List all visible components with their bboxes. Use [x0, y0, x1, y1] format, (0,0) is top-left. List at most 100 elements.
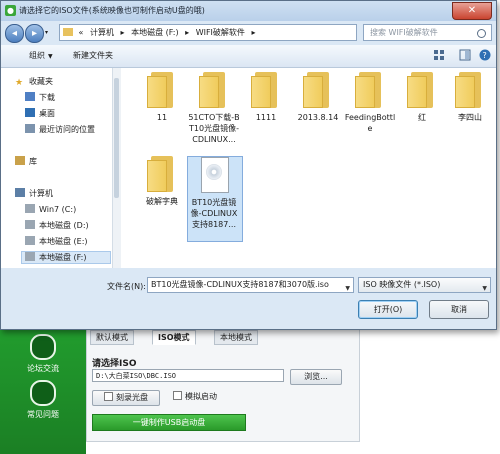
- back-button[interactable]: ◂: [5, 24, 24, 43]
- drive-icon: [25, 236, 35, 245]
- filename-input[interactable]: BT10光盘镜像-CDLINUX支持8187和3070版.iso ▼: [147, 277, 354, 293]
- file-name: 1111: [255, 113, 277, 122]
- sidebar-item-desktop[interactable]: 桌面: [25, 108, 55, 119]
- close-button[interactable]: ✕: [452, 2, 492, 20]
- burn-cd-label: 刻录光盘: [116, 393, 148, 402]
- library-icon: [15, 156, 25, 165]
- folder-icon: [251, 72, 281, 108]
- download-folder-icon: [25, 92, 35, 101]
- choose-iso-label: 请选择ISO: [92, 359, 137, 369]
- scrollbar-thumb[interactable]: [114, 78, 119, 198]
- crumb-computer[interactable]: 计算机: [90, 28, 114, 37]
- sidebar-item-label: 本地磁盘 (D:): [39, 221, 89, 230]
- folder-icon: [63, 28, 73, 36]
- iso-path-input[interactable]: D:\大白菜ISO\DBC.ISO: [92, 369, 284, 382]
- file-item[interactable]: 2013.8.14: [291, 72, 345, 123]
- folder-icon: [303, 72, 333, 108]
- search-input[interactable]: 搜索 WIFI破解软件: [363, 24, 492, 41]
- file-item[interactable]: FeedingBottle: [343, 72, 397, 134]
- forum-nav-item[interactable]: 论坛交流: [13, 334, 73, 374]
- open-file-dialog: ● 请选择它的ISO文件(系统映像也可制作启动U盘的哦) ✕ ◂ ▸ ▾ « 计…: [0, 0, 497, 330]
- chevron-down-icon[interactable]: ▼: [345, 282, 350, 292]
- navigation-pane: ★ 收藏夹 下载 桌面 最近访问的位置 库 计算机 Win7 (C:) 本地磁盘 …: [1, 68, 120, 268]
- burn-cd-button[interactable]: 刻录光盘: [92, 390, 160, 406]
- folder-icon: [455, 72, 485, 108]
- file-item[interactable]: 51CTO下载-BT10光盘镜像-CDLINUX...: [187, 72, 241, 145]
- crumb-drive-f[interactable]: 本地磁盘 (F:): [131, 28, 178, 37]
- browse-button[interactable]: 浏览...: [290, 369, 342, 385]
- computer-icon: [15, 188, 25, 197]
- filename-value: BT10光盘镜像-CDLINUX支持8187和3070版.iso: [151, 280, 329, 289]
- sidebar-item-libraries[interactable]: 库: [15, 156, 37, 167]
- recent-places-icon: [25, 124, 35, 133]
- open-button[interactable]: 打开(O): [358, 300, 418, 319]
- sidebar-scrollbar[interactable]: [112, 68, 121, 268]
- forum-label: 论坛交流: [27, 364, 59, 373]
- filename-label: 文件名(N):: [107, 282, 146, 291]
- forward-button[interactable]: ▸: [25, 24, 44, 43]
- sidebar-item-drive-c[interactable]: Win7 (C:): [25, 204, 76, 215]
- sidebar-item-drive-d[interactable]: 本地磁盘 (D:): [25, 220, 89, 231]
- sidebar-item-downloads[interactable]: 下载: [25, 92, 55, 103]
- sidebar-item-drive-f[interactable]: 本地磁盘 (F:): [21, 251, 111, 264]
- crumb-overflow[interactable]: «: [79, 28, 84, 37]
- simulate-button[interactable]: 模拟启动: [164, 390, 226, 404]
- file-name: 11: [156, 113, 168, 122]
- crumb-sep[interactable]: ▸: [251, 28, 255, 37]
- file-name: 2013.8.14: [297, 113, 339, 122]
- svg-text:?: ?: [483, 51, 487, 60]
- file-name: BT10光盘镜像-CDLINUX支持8187...: [190, 198, 238, 229]
- view-options-icon[interactable]: [433, 49, 445, 61]
- tab-iso-mode[interactable]: ISO模式: [152, 330, 196, 345]
- file-item[interactable]: 破解字典: [135, 156, 189, 207]
- folder-icon: [147, 72, 177, 108]
- address-bar-row: ◂ ▸ ▾ « 计算机 ▸ 本地磁盘 (F:) ▸ WIFI破解软件 ▸ ⟳ 搜…: [1, 21, 496, 45]
- crumb-sep[interactable]: ▸: [185, 28, 189, 37]
- simulate-label: 模拟启动: [185, 392, 217, 401]
- new-folder-button[interactable]: 新建文件夹: [73, 50, 113, 61]
- sidebar-item-recent[interactable]: 最近访问的位置: [25, 124, 95, 135]
- help-icon[interactable]: ?: [479, 49, 491, 61]
- folder-icon: [355, 72, 385, 108]
- crumb-wifi-folder[interactable]: WIFI破解软件: [196, 28, 245, 37]
- sidebar-item-label: 计算机: [29, 189, 53, 198]
- sidebar-item-label: 本地磁盘 (E:): [39, 237, 88, 246]
- sidebar-item-favorites[interactable]: ★ 收藏夹: [15, 76, 53, 88]
- simulate-icon: [173, 391, 182, 400]
- sidebar-item-label: 本地磁盘 (F:): [39, 253, 87, 262]
- command-toolbar: 组织 ▼ 新建文件夹 ?: [1, 45, 496, 68]
- folder-icon: [147, 156, 177, 192]
- make-usb-button[interactable]: 一键制作USB启动盘: [92, 414, 246, 431]
- drive-icon: [25, 220, 35, 229]
- file-item[interactable]: 李四山: [443, 72, 497, 123]
- file-item[interactable]: 1111: [239, 72, 293, 123]
- sidebar-item-label: 桌面: [39, 109, 55, 118]
- address-bar[interactable]: « 计算机 ▸ 本地磁盘 (F:) ▸ WIFI破解软件 ▸ ⟳: [59, 24, 357, 41]
- file-item-selected[interactable]: BT10光盘镜像-CDLINUX支持8187...: [187, 156, 243, 242]
- file-name: 51CTO下载-BT10光盘镜像-CDLINUX...: [188, 113, 240, 144]
- sidebar-item-label: 收藏夹: [29, 77, 53, 86]
- folder-icon: [407, 72, 437, 108]
- file-name: FeedingBottle: [344, 113, 396, 133]
- sidebar-item-label: 库: [29, 157, 37, 166]
- tab-default-mode[interactable]: 默认模式: [90, 330, 134, 345]
- crumb-sep[interactable]: ▸: [121, 28, 125, 37]
- folder-icon: [199, 72, 229, 108]
- tab-local-mode[interactable]: 本地模式: [214, 330, 258, 345]
- filetype-value: ISO 映像文件 (*.ISO): [363, 280, 441, 289]
- file-list: 11 51CTO下载-BT10光盘镜像-CDLINUX... 1111 2013…: [121, 68, 496, 268]
- sidebar-item-computer[interactable]: 计算机: [15, 188, 53, 199]
- history-dropdown-icon[interactable]: ▾: [45, 29, 48, 36]
- organize-menu[interactable]: 组织 ▼: [29, 50, 53, 61]
- file-item[interactable]: 红: [395, 72, 449, 123]
- sidebar-item-label: 最近访问的位置: [39, 125, 95, 134]
- drive-icon: [25, 252, 35, 261]
- preview-pane-icon[interactable]: [459, 49, 471, 61]
- cancel-button[interactable]: 取消: [429, 300, 489, 319]
- faq-nav-item[interactable]: 常见问题: [13, 380, 73, 420]
- faq-icon: [30, 380, 56, 406]
- sidebar-item-drive-e[interactable]: 本地磁盘 (E:): [25, 236, 88, 247]
- file-item[interactable]: 11: [135, 72, 189, 123]
- iso-file-icon: [201, 157, 229, 193]
- filetype-select[interactable]: ISO 映像文件 (*.ISO) ▼: [358, 277, 491, 293]
